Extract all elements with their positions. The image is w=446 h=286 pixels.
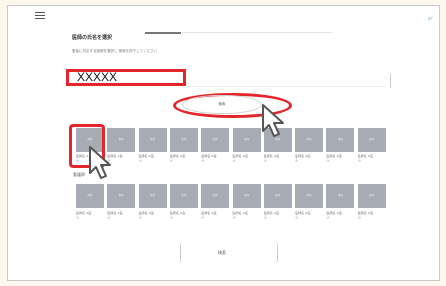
doctor-thumbnail[interactable]: 医師: [169, 184, 198, 208]
doctor-thumbnail[interactable]: 医師: [326, 184, 355, 208]
doctor-caption: 医師名 ※医ふ: [295, 154, 311, 162]
thumbnail-label: 医師: [212, 194, 218, 197]
doctor-caption: 医師名 ※医ふ: [169, 154, 186, 162]
instruction-text: 患者に対応する医師を選択し 検索を押下してください: [72, 49, 157, 53]
thumbnail-label: 医師: [275, 194, 281, 197]
page-label: 検索: [218, 250, 226, 255]
doctor-caption: 医師名 ※医ふ: [263, 211, 280, 219]
thumbnail-label: 医師: [243, 194, 249, 197]
thumbnail-label: 医師: [369, 194, 375, 197]
doctor-caption: 医師名 ※医ふ: [326, 211, 342, 219]
doctor-thumbnail[interactable]: 医師: [76, 184, 104, 208]
doctor-thumbnail[interactable]: 医師: [201, 184, 230, 208]
doctor-caption: 医師名 ※医ふ: [138, 154, 155, 162]
scroll-handle[interactable]: [388, 74, 391, 88]
page-title: 医師の氏名を選択: [72, 35, 113, 41]
doctor-thumbnail[interactable]: 医師: [169, 128, 198, 152]
thumbnail-label: 医師: [243, 138, 249, 141]
doctor-thumbnail[interactable]: 医師: [357, 128, 386, 152]
thumbnail-label: 医師: [150, 194, 156, 197]
thumbnail-label: 医師: [306, 138, 312, 141]
doctor-name-field[interactable]: XXXXX: [66, 69, 186, 86]
thumbnail-label: 医師: [118, 138, 124, 141]
doctor-thumbnail[interactable]: 医師: [295, 184, 324, 208]
doctor-thumbnail[interactable]: 医師: [138, 128, 167, 152]
doctor-caption: 医師名 ※医ふ: [295, 211, 311, 219]
doctor-caption: 医師名 ※医ふ: [232, 154, 248, 162]
thumbnail-label: 医師: [181, 138, 187, 141]
thumbnail-label: 医師: [118, 194, 124, 197]
doctor-caption: 医師名 ※医ふ: [357, 154, 374, 162]
doctor-caption: 医師名 ※医ふ: [107, 211, 123, 219]
divider: [182, 32, 332, 33]
doctor-caption: 医師名 ※医ふ: [169, 211, 186, 219]
thumbnail-label: 医師: [150, 138, 156, 141]
doctor-caption: 医師名 ※医ふ: [201, 211, 217, 219]
field-underline: [186, 86, 386, 87]
doctor-caption: 医師名 ※医ふ: [232, 211, 248, 219]
doctor-caption: 医師名 ※医ふ: [263, 154, 280, 162]
doctor-caption: 医師名 ※医ふ: [138, 211, 155, 219]
thumbnail-label: 医師: [306, 194, 312, 197]
prev-page-icon[interactable]: [180, 243, 186, 263]
thumbnail-label: 医師: [337, 138, 343, 141]
mouse-cursor-icon: [262, 104, 284, 137]
thumbnail-label: 医師: [212, 138, 218, 141]
logout-link[interactable]: ﾛｸﾞ: [428, 16, 434, 22]
search-button[interactable]: 検索: [182, 95, 262, 114]
section-heading: 看護師: [73, 172, 85, 177]
thumbnail-label: 医師: [87, 194, 93, 197]
mouse-cursor-icon: [89, 146, 111, 179]
doctor-thumbnail[interactable]: 医師: [201, 128, 230, 152]
next-page-icon[interactable]: [272, 243, 278, 263]
doctor-thumbnail[interactable]: 医師: [357, 184, 386, 208]
doctor-caption: 医師名 ※医ふ: [357, 211, 374, 219]
doctor-thumbnail[interactable]: 医師: [263, 184, 292, 208]
doctor-thumbnail[interactable]: 医師: [232, 128, 261, 152]
thumbnail-label: 医師: [369, 138, 375, 141]
doctor-thumbnail[interactable]: 医師: [295, 128, 324, 152]
thumbnail-label: 医師: [337, 194, 343, 197]
doctor-thumbnail[interactable]: 医師: [326, 128, 355, 152]
doctor-thumbnail[interactable]: 医師: [138, 184, 167, 208]
doctor-caption: 医師名 ※医ふ: [76, 211, 92, 219]
doctor-thumbnail[interactable]: 医師: [107, 184, 136, 208]
doctor-caption: 医師名 ※医ふ: [326, 154, 342, 162]
thumbnail-label: 医師: [181, 194, 187, 197]
hamburger-menu-icon[interactable]: [35, 12, 45, 19]
doctor-thumbnail[interactable]: 医師: [232, 184, 261, 208]
doctor-caption: 医師名 ※医ふ: [201, 154, 217, 162]
tab-indicator: [145, 32, 181, 34]
